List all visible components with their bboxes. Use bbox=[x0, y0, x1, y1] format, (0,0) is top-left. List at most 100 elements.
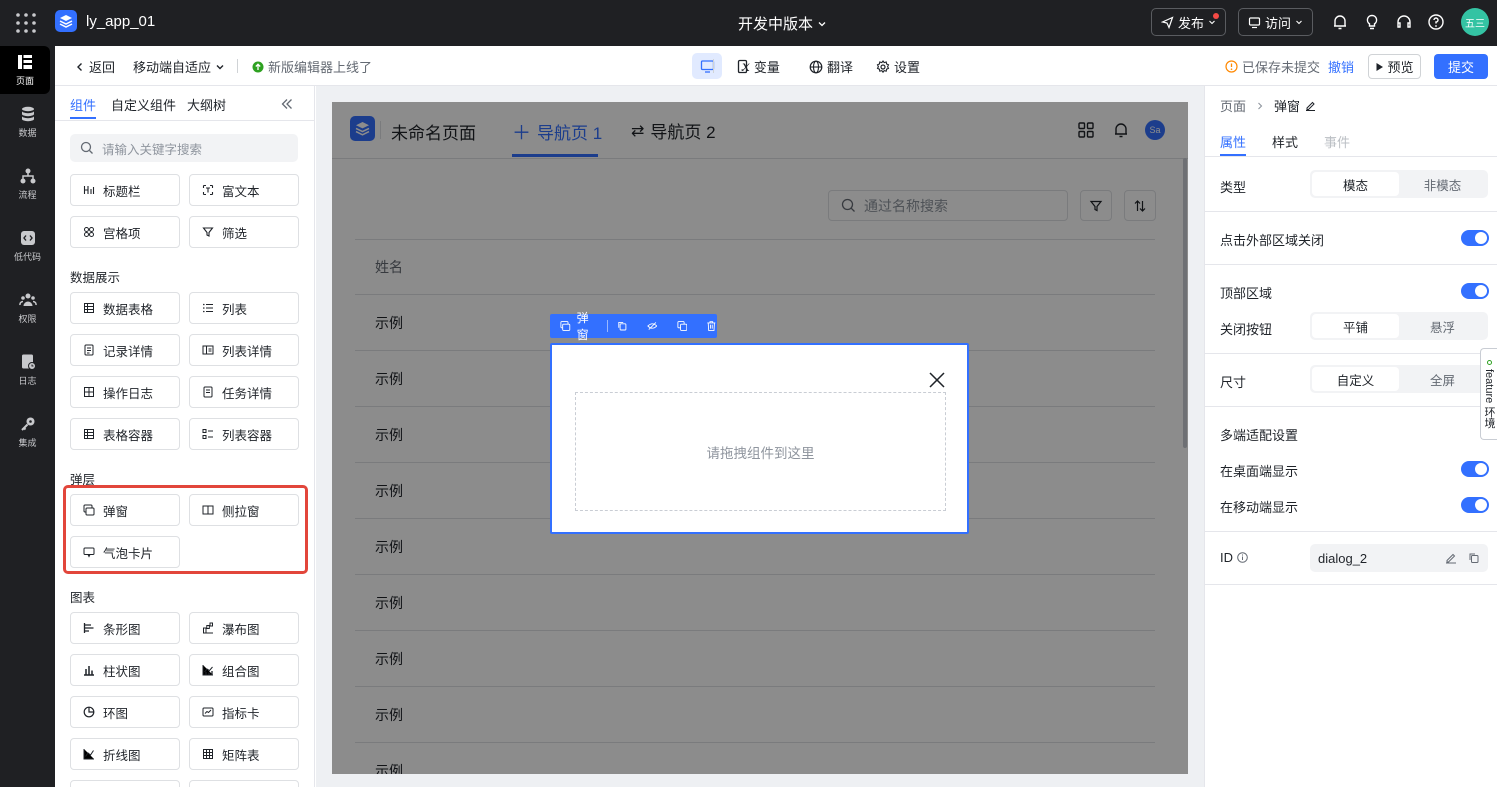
component-combo-chart[interactable]: 组合图 bbox=[189, 654, 299, 686]
component-table-container[interactable]: 表格容器 bbox=[70, 418, 180, 450]
preview-button[interactable]: 预览 bbox=[1368, 54, 1421, 79]
edit-icon[interactable] bbox=[1305, 100, 1316, 111]
bell-icon[interactable] bbox=[1331, 13, 1351, 33]
app-name[interactable]: ly_app_01 bbox=[86, 13, 155, 30]
app-grid-icon[interactable] bbox=[14, 11, 38, 35]
heading-icon bbox=[83, 186, 95, 194]
submit-button[interactable]: 提交 bbox=[1434, 54, 1488, 79]
nav-item-integration[interactable]: 集成 bbox=[0, 408, 55, 456]
lightbulb-icon[interactable] bbox=[1363, 13, 1383, 33]
page-selector[interactable]: 移动端自适应 bbox=[133, 57, 225, 76]
edit-icon[interactable] bbox=[1445, 552, 1457, 564]
copy-icon[interactable] bbox=[1468, 552, 1480, 564]
version-label: 开发中版本 bbox=[738, 16, 814, 33]
component-matrix-table[interactable]: 矩阵表 bbox=[189, 738, 299, 770]
divider bbox=[1204, 86, 1205, 787]
back-button[interactable]: 返回 bbox=[75, 57, 115, 76]
copy-icon[interactable] bbox=[617, 320, 628, 332]
breadcrumb-root[interactable]: 页面 bbox=[1220, 96, 1246, 115]
variables-label: 变量 bbox=[753, 60, 780, 75]
tab-outline-tree[interactable]: 大纲树 bbox=[187, 95, 226, 114]
top-area-toggle[interactable] bbox=[1461, 283, 1489, 299]
nav-item-permissions[interactable]: 权限 bbox=[0, 284, 55, 332]
user-avatar[interactable]: 五三 bbox=[1461, 8, 1489, 36]
component-ring-chart[interactable]: 环图 bbox=[70, 696, 180, 728]
component-record-detail[interactable]: 记录详情 bbox=[70, 334, 180, 366]
nav-item-page[interactable]: 页面 bbox=[0, 46, 50, 94]
component-label: 数据表格 bbox=[103, 302, 154, 317]
component-more[interactable] bbox=[189, 780, 299, 787]
component-line-chart[interactable]: 折线图 bbox=[70, 738, 180, 770]
component-task-detail[interactable]: 任务详情 bbox=[189, 376, 299, 408]
component-waterfall-chart[interactable]: 瀑布图 bbox=[189, 612, 299, 644]
nav-item-flow[interactable]: 流程 bbox=[0, 160, 55, 208]
component-rich-text[interactable]: 富文本 bbox=[189, 174, 299, 206]
close-outside-toggle[interactable] bbox=[1461, 230, 1489, 246]
collapse-panel-icon[interactable] bbox=[279, 96, 295, 112]
component-list-detail[interactable]: 列表详情 bbox=[189, 334, 299, 366]
line-chart-icon bbox=[83, 749, 94, 760]
version-selector[interactable]: 开发中版本 bbox=[738, 13, 827, 34]
component-search-input[interactable]: 请输入关键字搜索 bbox=[70, 134, 298, 162]
dialog-component[interactable]: 请拖拽组件到这里 bbox=[550, 343, 969, 534]
component-column-chart[interactable]: 柱状图 bbox=[70, 654, 180, 686]
feature-env-tab[interactable]: feature 环境 bbox=[1480, 348, 1497, 440]
delete-icon[interactable] bbox=[706, 320, 717, 332]
notice-text: 新版编辑器上线了 bbox=[268, 60, 373, 75]
type-option-modal[interactable]: 模态 bbox=[1312, 172, 1399, 196]
component-title-bar[interactable]: 标题栏 bbox=[70, 174, 180, 206]
desktop-view-button[interactable] bbox=[692, 53, 722, 79]
component-more[interactable] bbox=[70, 780, 180, 787]
tab-components[interactable]: 组件 bbox=[70, 95, 96, 114]
component-list[interactable]: 列表 bbox=[189, 292, 299, 324]
component-filter[interactable]: 筛选 bbox=[189, 216, 299, 248]
variables-button[interactable]: 𝑥 变量 bbox=[742, 57, 780, 76]
component-operation-log[interactable]: 操作日志 bbox=[70, 376, 180, 408]
save-status-text: 已保存未提交 bbox=[1242, 60, 1321, 75]
nav-item-log[interactable]: 日志 bbox=[0, 346, 55, 394]
tab-style[interactable]: 样式 bbox=[1272, 132, 1298, 151]
component-label: 宫格项 bbox=[103, 226, 141, 241]
close-button-segmented-control[interactable]: 平铺 悬浮 bbox=[1310, 312, 1488, 340]
properties-panel: 页面 弹窗 属性 样式 事件 类型 模态 非模态 点击外部区域关闭 顶部区域 关… bbox=[1205, 86, 1497, 787]
component-bar-chart[interactable]: 条形图 bbox=[70, 612, 180, 644]
component-metric-card[interactable]: 指标卡 bbox=[189, 696, 299, 728]
close-icon[interactable] bbox=[928, 371, 946, 389]
component-data-table[interactable]: 数据表格 bbox=[70, 292, 180, 324]
help-icon[interactable] bbox=[1427, 13, 1447, 33]
size-option-custom[interactable]: 自定义 bbox=[1312, 367, 1399, 391]
overlay-section-highlight bbox=[63, 485, 308, 574]
type-option-non-modal[interactable]: 非模态 bbox=[1399, 172, 1486, 196]
undo-button[interactable]: 撤销 bbox=[1328, 57, 1354, 76]
close-button-option-floating[interactable]: 悬浮 bbox=[1399, 314, 1486, 338]
tab-custom-components[interactable]: 自定义组件 bbox=[111, 95, 176, 114]
size-segmented-control[interactable]: 自定义 全屏 bbox=[1310, 365, 1488, 393]
tab-events[interactable]: 事件 bbox=[1324, 132, 1350, 151]
component-list-container[interactable]: 列表容器 bbox=[189, 418, 299, 450]
users-icon bbox=[18, 293, 37, 306]
drop-zone[interactable]: 请拖拽组件到这里 bbox=[575, 392, 946, 511]
nav-label: 日志 bbox=[18, 376, 37, 386]
tab-properties[interactable]: 属性 bbox=[1220, 132, 1246, 151]
settings-button[interactable]: 设置 bbox=[876, 57, 920, 76]
nav-item-lowcode[interactable]: 低代码 bbox=[0, 222, 55, 270]
type-segmented-control[interactable]: 模态 非模态 bbox=[1310, 170, 1488, 198]
duplicate-icon[interactable] bbox=[676, 320, 688, 332]
hide-icon[interactable] bbox=[646, 320, 658, 332]
nav-label: 低代码 bbox=[13, 252, 41, 262]
visit-button[interactable]: 访问 bbox=[1238, 8, 1313, 36]
mobile-display-toggle[interactable] bbox=[1461, 497, 1489, 513]
divider bbox=[1205, 156, 1497, 157]
id-field[interactable]: dialog_2 bbox=[1310, 544, 1488, 572]
close-button-option-tiled[interactable]: 平铺 bbox=[1312, 314, 1399, 338]
nav-item-data[interactable]: 数据 bbox=[0, 98, 55, 146]
translate-button[interactable]: 翻译 bbox=[809, 57, 853, 76]
publish-button[interactable]: 发布 bbox=[1151, 8, 1226, 36]
size-option-fullscreen[interactable]: 全屏 bbox=[1399, 367, 1486, 391]
new-editor-notice[interactable]: 新版编辑器上线了 bbox=[252, 57, 372, 76]
desktop-display-toggle[interactable] bbox=[1461, 461, 1489, 477]
component-grid-item[interactable]: 宫格项 bbox=[70, 216, 180, 248]
component-label: 列表容器 bbox=[222, 428, 273, 443]
component-label: 任务详情 bbox=[222, 386, 273, 401]
headset-icon[interactable] bbox=[1395, 13, 1415, 33]
